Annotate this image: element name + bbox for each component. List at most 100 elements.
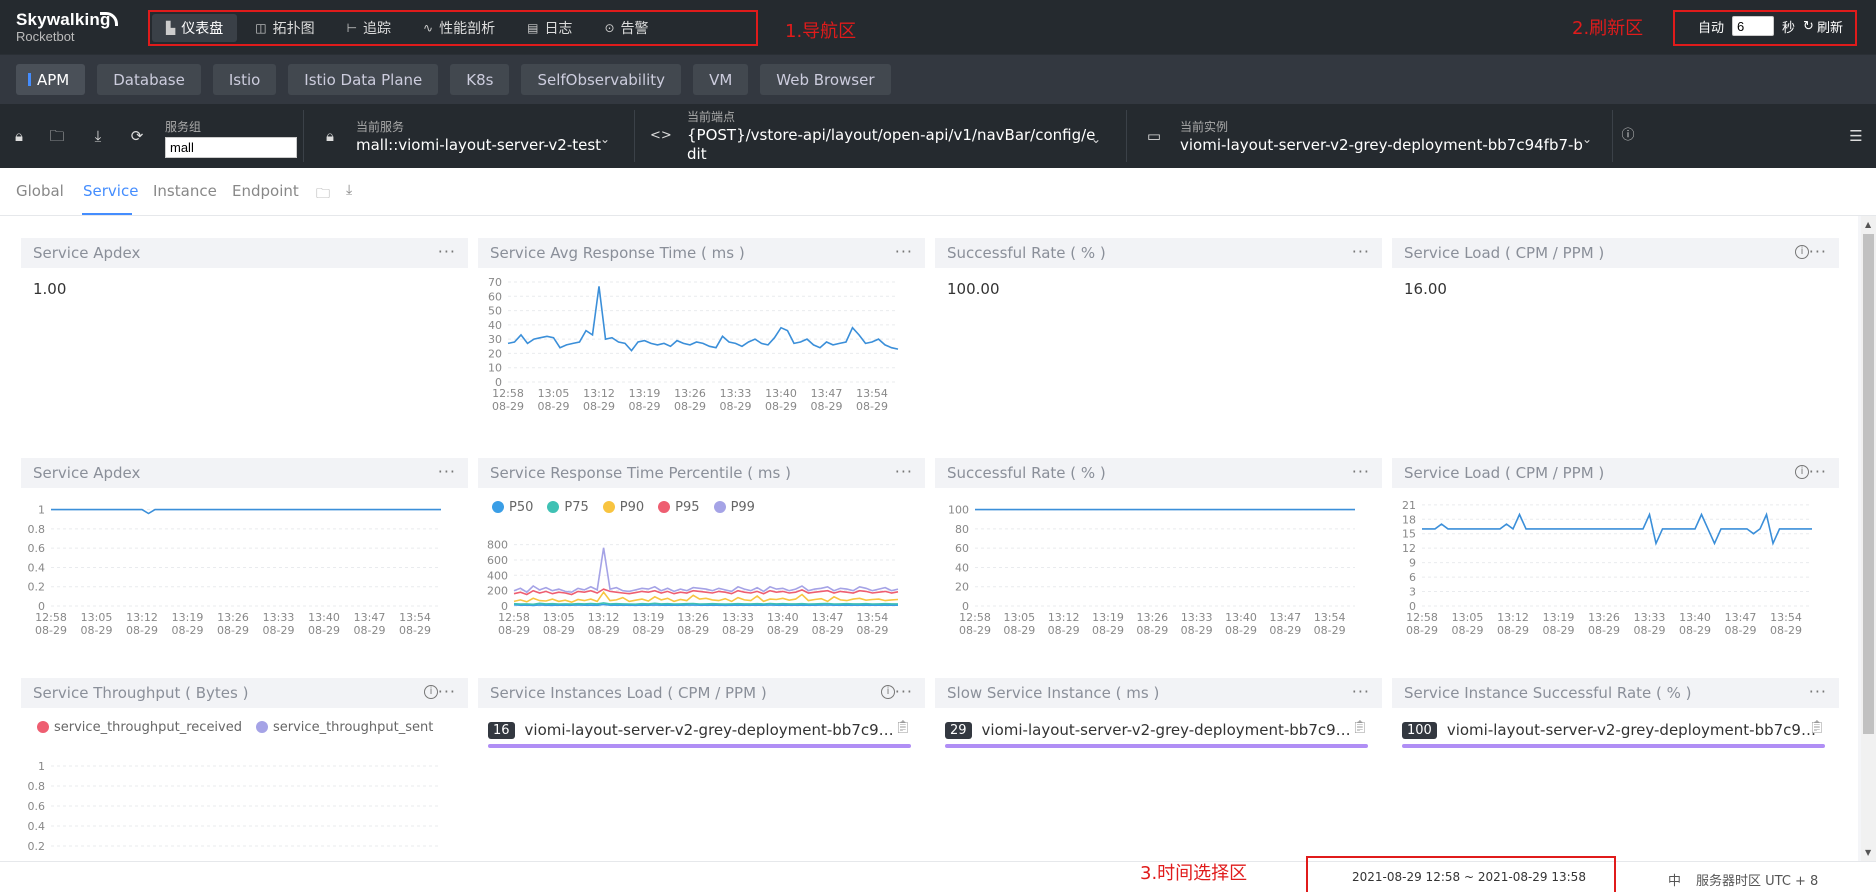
nav-annotation-box <box>148 10 758 46</box>
more-icon[interactable]: ··· <box>1352 682 1370 701</box>
list-item[interactable]: 16 viomi-layout-server-v2-grey-deployment… <box>488 720 911 748</box>
y-tick-label: 40 <box>488 319 502 332</box>
layer-tab[interactable]: Web Browser <box>760 64 891 95</box>
card-value: 1.00 <box>33 280 67 298</box>
card-instance-successful-rate: Service Instance Successful Rate ( % ) ··… <box>1392 678 1839 768</box>
more-icon[interactable]: ··· <box>895 242 913 261</box>
reload-icon[interactable]: ⟳ <box>127 126 147 146</box>
x-tick-label: 13:47 <box>1269 611 1301 624</box>
x-tick-date: 08-29 <box>856 400 888 413</box>
layer-tab[interactable]: VM <box>693 64 749 95</box>
x-tick-label: 13:40 <box>765 387 797 400</box>
instance-icon: ▭ <box>1146 127 1162 145</box>
x-tick-label: 13:12 <box>1497 611 1529 624</box>
y-tick-label: 20 <box>488 347 502 360</box>
more-icon[interactable]: ··· <box>438 242 456 261</box>
x-tick-label: 13:26 <box>677 611 709 624</box>
layer-tab[interactable]: Istio <box>212 64 277 95</box>
download-icon[interactable]: ⤓ <box>88 126 108 146</box>
list-item[interactable]: 100 viomi-layout-server-v2-grey-deploymen… <box>1402 720 1825 748</box>
card-value: 16.00 <box>1404 280 1447 298</box>
refresh-button-label: 刷新 <box>1816 20 1843 36</box>
info-icon[interactable]: i <box>424 685 438 699</box>
scroll-down-icon[interactable]: ▼ <box>1865 848 1871 857</box>
more-icon[interactable]: ··· <box>1809 462 1827 481</box>
tab-endpoint[interactable]: Endpoint <box>232 182 299 200</box>
scrollbar-thumb[interactable] <box>1863 234 1874 734</box>
more-icon[interactable]: ··· <box>1809 682 1827 701</box>
info-icon[interactable]: ⓘ <box>1618 126 1638 146</box>
x-tick-date: 08-29 <box>538 400 570 413</box>
current-service-selector[interactable]: 当前服务 mall::viomi-layout-server-v2-test ⌄ <box>356 118 616 154</box>
tab-service[interactable]: Service <box>83 182 138 200</box>
y-tick-label: 12 <box>1402 542 1416 555</box>
x-tick-label: 13:47 <box>354 611 386 624</box>
tab-instance[interactable]: Instance <box>153 182 217 200</box>
apdex-chart: 00.20.40.60.8112:5808-2913:0508-2913:120… <box>28 504 441 637</box>
avg-response-time-chart: 01020304050607012:5808-2913:0508-2913:12… <box>488 276 899 413</box>
x-tick-date: 08-29 <box>81 624 113 637</box>
x-tick-label: 13:40 <box>767 611 799 624</box>
info-icon[interactable]: i <box>1795 245 1809 259</box>
x-tick-date: 08-29 <box>1269 624 1301 637</box>
menu-toggle-icon[interactable]: ☰ <box>1846 126 1866 146</box>
more-icon[interactable]: ··· <box>438 682 456 701</box>
y-tick-label: 200 <box>487 585 508 598</box>
download-icon[interactable]: ⤓ <box>346 182 352 198</box>
info-icon[interactable]: i <box>1795 465 1809 479</box>
folder-icon[interactable]: 🗀 <box>316 183 330 207</box>
more-icon[interactable]: ··· <box>895 682 913 701</box>
x-tick-label: 13:19 <box>629 387 661 400</box>
refresh-button[interactable]: ↻ 刷新 <box>1803 17 1843 36</box>
value-bar <box>1402 744 1825 748</box>
more-icon[interactable]: ··· <box>1352 462 1370 481</box>
x-tick-date: 08-29 <box>1003 624 1035 637</box>
y-tick-label: 600 <box>487 554 508 567</box>
x-tick-date: 08-29 <box>959 624 991 637</box>
layer-tab[interactable]: Database <box>97 64 201 95</box>
x-tick-label: 13:05 <box>538 387 570 400</box>
current-instance-selector[interactable]: 当前实例 viomi-layout-server-v2-grey-deploym… <box>1180 118 1600 154</box>
more-icon[interactable]: ··· <box>895 462 913 481</box>
info-icon[interactable]: i <box>881 685 895 699</box>
card-avg-response-time: Service Avg Response Time ( ms ) ··· 0 10 2… <box>478 238 925 448</box>
current-endpoint-selector[interactable]: 当前端点 {POST}/vstore-api/layout/open-api/v… <box>687 108 1107 163</box>
x-tick-date: 08-29 <box>308 624 340 637</box>
more-icon[interactable]: ··· <box>1352 242 1370 261</box>
x-tick-date: 08-29 <box>1136 624 1168 637</box>
x-tick-date: 08-29 <box>1634 624 1666 637</box>
scroll-up-icon[interactable]: ▲ <box>1865 220 1871 229</box>
y-tick-label: 1 <box>38 504 45 517</box>
x-tick-label: 13:33 <box>1634 611 1666 624</box>
folder-icon[interactable]: 🗀 <box>47 126 67 146</box>
x-tick-date: 08-29 <box>1092 624 1124 637</box>
successful-rate-chart: 02040608010012:5808-2913:0508-2913:1208-… <box>948 504 1355 637</box>
more-icon[interactable]: ··· <box>1809 242 1827 261</box>
x-tick-label: 13:26 <box>674 387 706 400</box>
service-load-chart: 03691215182112:5808-2913:0508-2913:1208-… <box>1402 499 1812 637</box>
copy-icon[interactable]: 📋︎ <box>894 720 911 735</box>
service-group-input[interactable] <box>165 137 297 158</box>
x-tick-date: 08-29 <box>856 624 888 637</box>
more-icon[interactable]: ··· <box>438 462 456 481</box>
time-range-picker[interactable]: 2021-08-29 12:58 ~ 2021-08-29 13:58 <box>1352 870 1586 884</box>
x-tick-label: 13:54 <box>1770 611 1802 624</box>
lock-icon[interactable]: 🔒︎ <box>9 126 29 146</box>
copy-icon[interactable]: 📋︎ <box>1351 720 1368 735</box>
chevron-down-icon: ⌄ <box>600 132 611 146</box>
tab-global[interactable]: Global <box>16 182 64 200</box>
layer-tab[interactable]: K8s <box>450 64 510 95</box>
list-item[interactable]: 29 viomi-layout-server-v2-grey-deployment… <box>945 720 1368 748</box>
vertical-scrollbar[interactable]: ▲ ▼ <box>1861 216 1876 861</box>
x-tick-label: 13:47 <box>812 611 844 624</box>
x-tick-label: 13:05 <box>1452 611 1484 624</box>
current-endpoint-label: 当前端点 <box>687 110 736 124</box>
language-toggle[interactable]: 中 <box>1668 870 1681 889</box>
copy-icon[interactable]: 📋︎ <box>1808 720 1825 735</box>
layer-tab[interactable]: Istio Data Plane <box>288 64 439 95</box>
refresh-interval-input[interactable] <box>1732 16 1775 36</box>
layer-tab[interactable]: SelfObservability <box>521 64 682 95</box>
layer-tab[interactable]: APM <box>16 64 86 95</box>
instance-name: viomi-layout-server-v2-grey-deployment-b… <box>1446 721 1817 739</box>
x-tick-label: 13:47 <box>1725 611 1757 624</box>
